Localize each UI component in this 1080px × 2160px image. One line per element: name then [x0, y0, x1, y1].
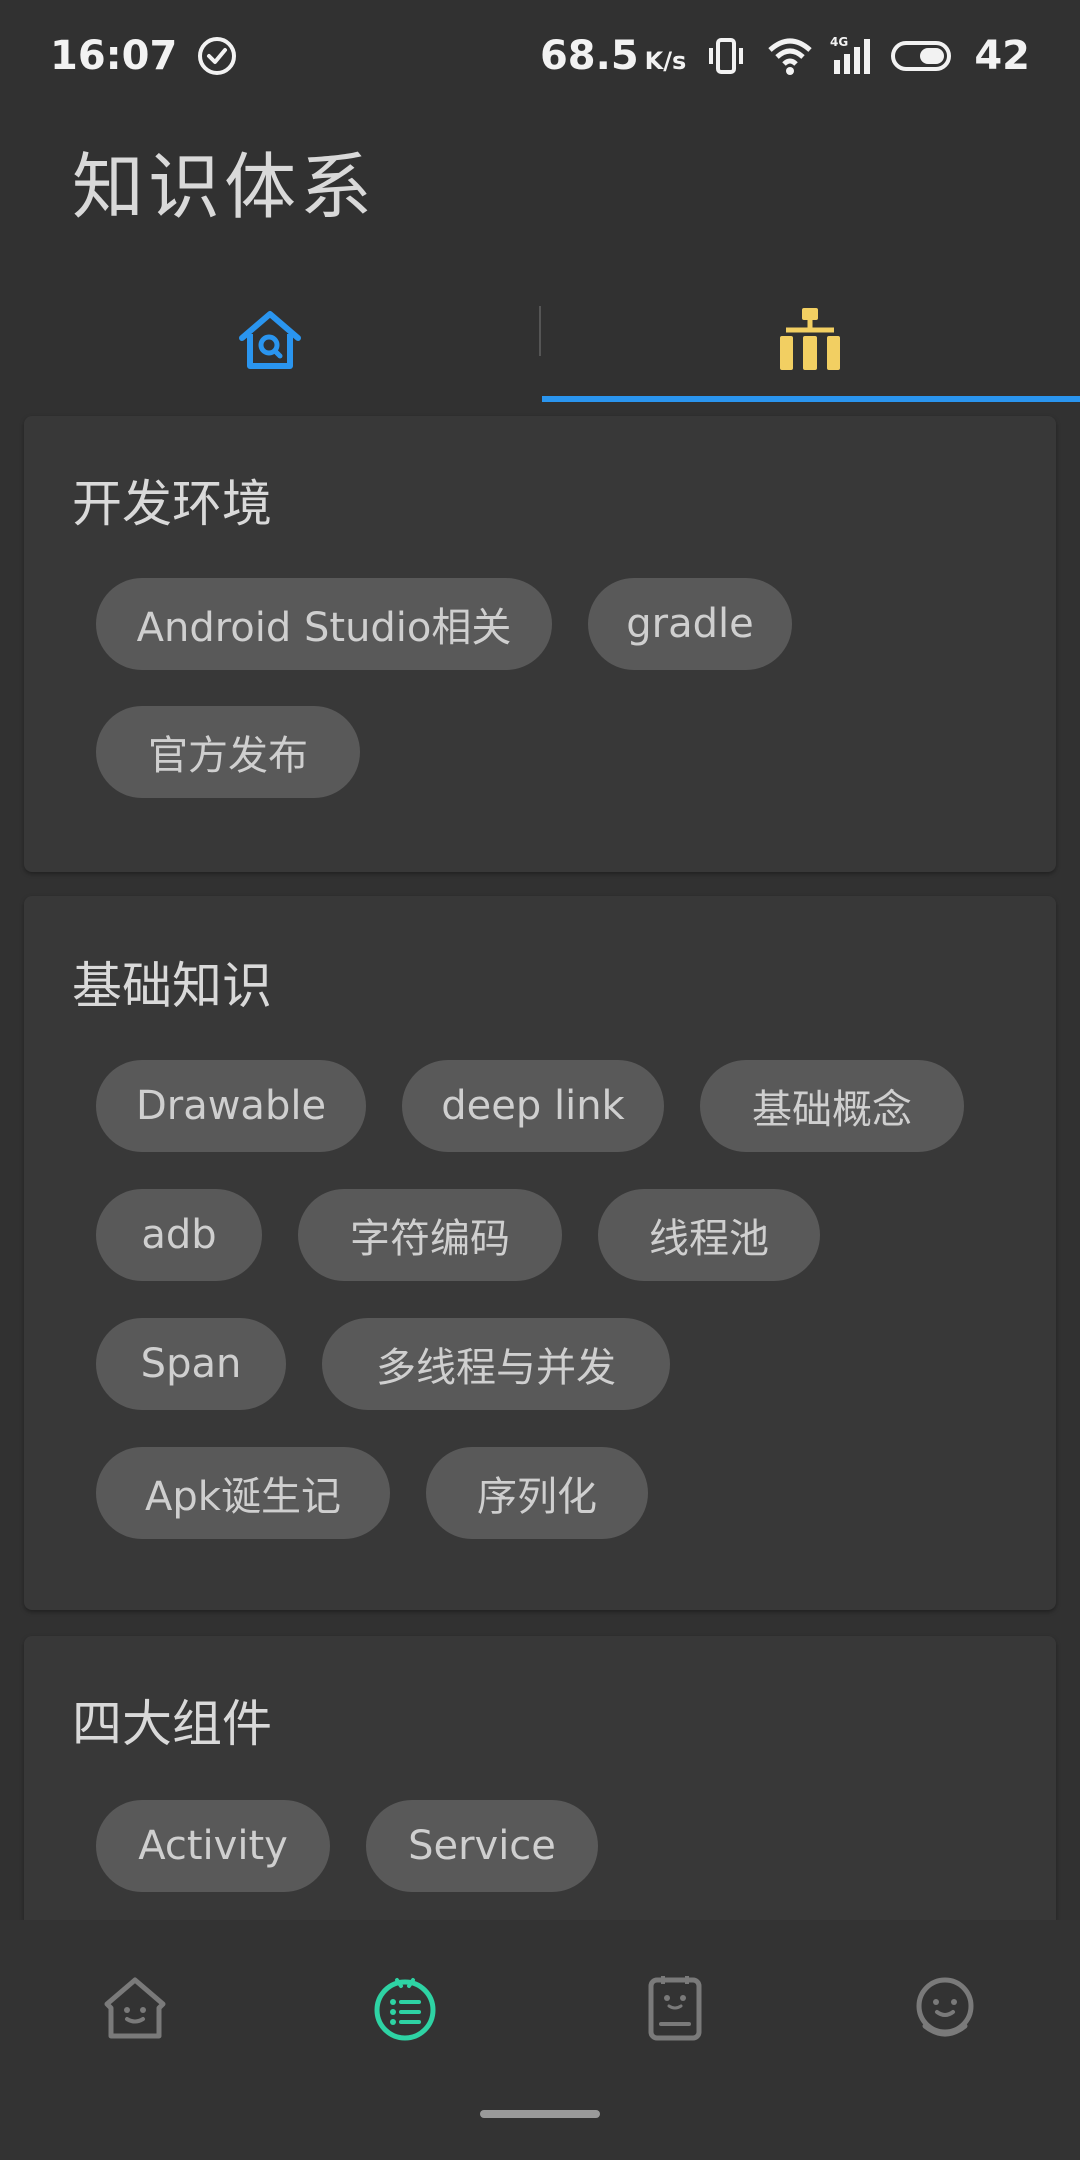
tag-chip[interactable]: Span — [96, 1318, 286, 1410]
tag-chip[interactable]: Android Studio相关 — [96, 578, 552, 670]
tab-bar — [0, 282, 1080, 402]
battery-level: 42 — [974, 33, 1030, 79]
network-speed-unit: K/s — [644, 47, 687, 75]
network-speed: 68.5 K/s — [540, 33, 686, 79]
tab-knowledge-system[interactable] — [540, 282, 1080, 402]
tag-chip[interactable]: adb — [96, 1189, 262, 1281]
category-card-basics[interactable]: 基础知识 Drawable deep link 基础概念 adb 字符编码 线程… — [24, 896, 1056, 1610]
list-face-icon — [369, 1972, 441, 2048]
check-circle-icon — [195, 34, 239, 78]
status-time: 16:07 — [50, 33, 178, 79]
status-left: 16:07 — [50, 33, 239, 79]
nav-knowledge[interactable] — [365, 1970, 445, 2050]
tab-divider — [539, 306, 541, 356]
tag-chip[interactable]: Drawable — [96, 1060, 366, 1152]
hierarchy-icon — [774, 304, 846, 380]
tag-chip[interactable]: Service — [366, 1800, 598, 1892]
category-title: 四大组件 — [72, 1695, 272, 1753]
tag-chip[interactable]: 基础概念 — [700, 1060, 964, 1152]
category-title: 基础知识 — [72, 957, 272, 1015]
notebook-face-icon — [639, 1972, 711, 2048]
tag-chip[interactable]: Activity — [96, 1800, 330, 1892]
nav-home[interactable] — [95, 1970, 175, 2050]
house-search-icon — [234, 304, 306, 380]
tag-chip[interactable]: 多线程与并发 — [322, 1318, 670, 1410]
battery-icon — [890, 34, 956, 78]
status-right: 68.5 K/s 4G 42 — [540, 33, 1030, 79]
tag-chip[interactable]: 序列化 — [426, 1447, 648, 1539]
category-title: 开发环境 — [72, 475, 272, 533]
tag-chip[interactable]: 字符编码 — [298, 1189, 562, 1281]
tag-chip[interactable]: gradle — [588, 578, 792, 670]
bottom-navigation — [0, 1920, 1080, 2160]
tab-home-search[interactable] — [0, 282, 540, 402]
category-card-components[interactable]: 四大组件 Activity Service — [24, 1636, 1056, 1920]
tag-chip[interactable]: 官方发布 — [96, 706, 360, 798]
category-card-dev-env[interactable]: 开发环境 Android Studio相关 gradle 官方发布 — [24, 416, 1056, 872]
profile-face-icon — [909, 1972, 981, 2048]
wifi-icon — [766, 34, 812, 78]
tag-chip[interactable]: deep link — [402, 1060, 664, 1152]
home-indicator[interactable] — [480, 2110, 600, 2118]
tag-chip[interactable]: Apk诞生记 — [96, 1447, 390, 1539]
home-face-icon — [99, 1972, 171, 2048]
active-tab-indicator — [542, 396, 1080, 402]
nav-notebook[interactable] — [635, 1970, 715, 2050]
network-speed-value: 68.5 — [539, 33, 639, 79]
svg-text:4G: 4G — [830, 35, 848, 49]
status-bar: 16:07 68.5 K/s 4G 42 — [0, 0, 1080, 112]
page-title: 知识体系 — [72, 145, 377, 229]
vibrate-icon — [704, 34, 748, 78]
tag-chip[interactable]: 线程池 — [598, 1189, 820, 1281]
nav-profile[interactable] — [905, 1970, 985, 2050]
cellular-signal-icon: 4G — [828, 34, 872, 78]
